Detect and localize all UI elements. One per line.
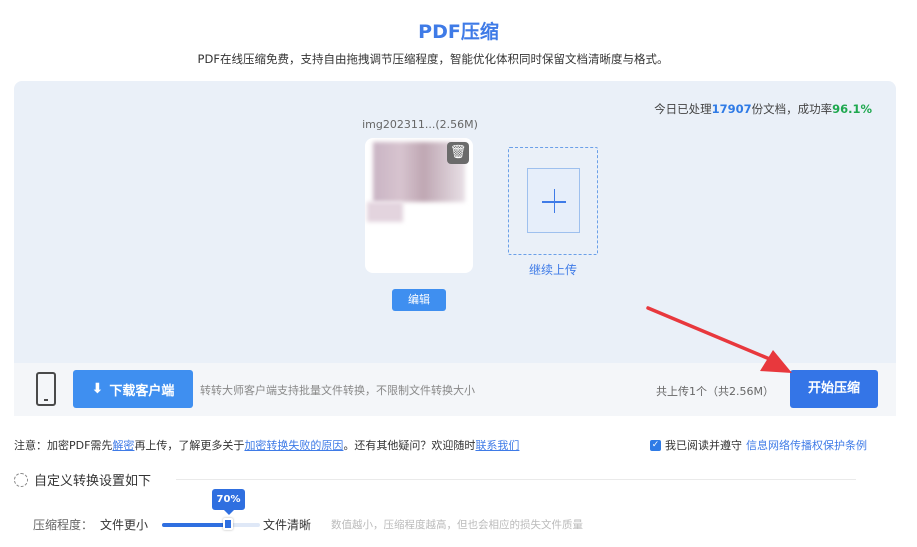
- page-title: PDF压缩: [418, 21, 499, 43]
- file-thumbnail[interactable]: 🗑: [365, 138, 473, 273]
- notice-part2: 再上传，了解更多关于: [134, 439, 245, 452]
- agreement: ✓ 我已阅读并遵守 信息网络传播权保护条例: [650, 437, 867, 453]
- download-client-button[interactable]: ⬇ 下载客户端: [73, 370, 193, 408]
- agreement-text: 我已阅读并遵守: [665, 439, 742, 452]
- slider-value-tooltip: 70%: [212, 489, 245, 515]
- gear-icon: [14, 472, 28, 487]
- compression-slider[interactable]: [162, 523, 260, 527]
- contact-link[interactable]: 联系我们: [475, 439, 519, 452]
- continue-upload-label[interactable]: 继续上传: [508, 261, 598, 278]
- upload-panel: 今日已处理17907份文档，成功率96.1% img202311...(2.56…: [14, 81, 896, 363]
- thumbnail-image-fragment: [367, 202, 403, 222]
- decrypt-link[interactable]: 解密: [112, 439, 134, 452]
- settings-title: 自定义转换设置如下: [34, 474, 152, 489]
- client-note: 转转大师客户端支持批量文件转换，不限制文件转换大小: [200, 384, 475, 397]
- file-card: img202311...(2.56M) 🗑: [362, 118, 478, 273]
- notice-part3: 。还有其他疑问？欢迎随时: [343, 439, 476, 452]
- upload-count: 共上传1个（共2.56M）: [656, 385, 774, 398]
- notice-text: 注意：加密PDF需先解密再上传，了解更多关于加密转换失败的原因。还有其他疑问？欢…: [14, 437, 519, 453]
- processed-count: 17907: [711, 102, 752, 116]
- page-subtitle: PDF在线压缩免费，支持自由拖拽调节压缩程度，智能优化体积同时保留文档清晰度与格…: [197, 52, 669, 66]
- slider-handle[interactable]: [223, 518, 233, 530]
- action-bar: ⬇ 下载客户端 转转大师客户端支持批量文件转换，不限制文件转换大小 共上传1个（…: [14, 363, 896, 416]
- compression-hint: 数值越小，压缩程度越高，但也会相应的损失文件质量: [331, 519, 583, 531]
- agreement-link[interactable]: 信息网络传播权保护条例: [746, 437, 867, 453]
- file-name: img202311...(2.56M): [362, 118, 478, 131]
- phone-icon: [36, 372, 56, 406]
- processing-stats: 今日已处理17907份文档，成功率96.1%: [654, 101, 872, 117]
- trash-icon[interactable]: 🗑: [447, 142, 469, 164]
- agreement-checkbox[interactable]: ✓: [650, 439, 661, 451]
- smaller-file-label: 文件更小: [100, 518, 149, 532]
- plus-icon-vertical: [553, 189, 555, 213]
- notice-part1: 注意：加密PDF需先: [14, 439, 113, 452]
- stats-middle: 份文档，成功率: [751, 102, 833, 116]
- download-icon: ⬇: [91, 381, 104, 397]
- slider-fill: [162, 523, 231, 527]
- stats-prefix: 今日已处理: [654, 102, 712, 116]
- clearer-file-label: 文件清晰: [263, 518, 312, 532]
- success-rate: 96.1%: [832, 102, 872, 116]
- start-compress-button[interactable]: 开始压缩: [790, 370, 878, 408]
- settings-heading: 自定义转换设置如下: [14, 470, 151, 489]
- continue-upload-box[interactable]: [508, 147, 598, 255]
- edit-button[interactable]: 编辑: [392, 289, 446, 311]
- divider: [176, 479, 856, 480]
- failure-reason-link[interactable]: 加密转换失败的原因: [244, 439, 343, 452]
- download-client-label: 下载客户端: [109, 383, 175, 399]
- upload-drop-area[interactable]: [527, 168, 580, 233]
- compression-level-label: 压缩程度：: [33, 518, 94, 532]
